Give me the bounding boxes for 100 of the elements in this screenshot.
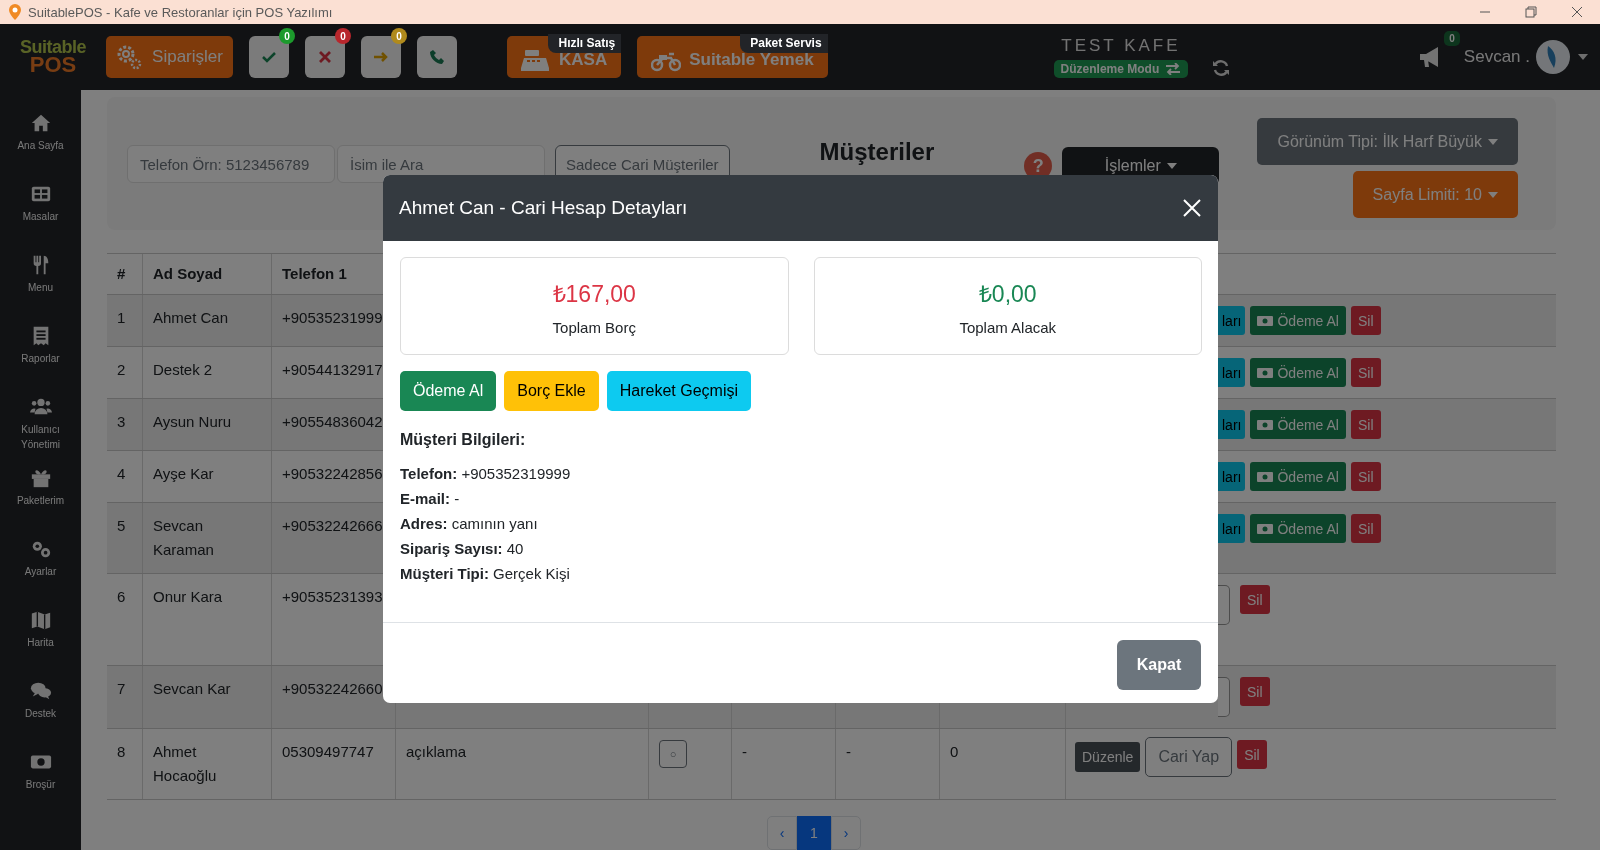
user-name[interactable]: Sevcan . [1463,47,1530,67]
logo[interactable]: Suitable POS [0,39,106,75]
chat-icon [29,680,52,702]
table-cell: 0 [950,743,959,760]
dialog-action-button[interactable]: Borç Ekle [504,371,599,411]
small-button[interactable]: ○ [659,740,687,768]
info-line: Telefon: +905352319999 [400,464,572,484]
banknote-icon [1257,366,1274,379]
payment-button[interactable]: Ödeme Al [1250,462,1346,491]
sidebar-item[interactable]: Paketlerim [0,467,81,538]
delete-button[interactable]: Sil [1240,585,1270,614]
page-limit-dropdown[interactable]: Sayfa Limiti: 10 [1352,171,1518,218]
sidebar-item[interactable]: Masalar [0,183,81,254]
make-account-button[interactable]: Cari Yap [1145,737,1233,777]
table-cell: - [742,743,747,760]
gift-icon [29,467,52,489]
info-line: Müşteri Tipi: Gerçek Kişi [400,564,571,584]
avatar[interactable] [1536,40,1570,74]
gears-icon [116,44,143,70]
table-cell: +90532242660 [282,680,383,697]
sidebar-item[interactable]: Harita [0,609,81,680]
table-cell: 8 [117,743,126,760]
table-cell: 5 [117,517,126,534]
refresh-icon[interactable] [1212,59,1231,77]
amount: ₺0,00 [978,279,1037,309]
table-cell: 1 [117,309,126,326]
action-button[interactable]: ları [1218,462,1246,491]
map-icon [29,609,52,631]
section-title: Müşteri Bilgileri: [400,431,527,449]
column-header: Ad Soyad [153,265,223,282]
count-badge: 0 [391,28,407,44]
delete-button[interactable]: Sil [1237,740,1267,769]
quick-button[interactable]: Paket Servis Suitable Yemek [637,36,828,78]
table-cell: Ayşe Kar [153,465,214,482]
table-cell: - [846,743,851,760]
venue-name: TEST KAFE [1061,36,1181,56]
sidebar-item[interactable]: Ana Sayfa [0,112,81,183]
table-cell: +90535231999 [282,309,383,326]
banknote-icon [1257,314,1274,327]
orders-button[interactable]: Siparişler [106,36,233,78]
status-button[interactable] [417,36,457,78]
table-cell: Aysun Nuru [153,413,232,430]
dialog-action-button[interactable]: Hareket Geçmişi [606,371,751,411]
caret-icon [1488,191,1498,198]
delete-button[interactable]: Sil [1240,677,1270,706]
table-cell: +90532242856 [282,465,383,482]
table-cell: +90544132917 [282,361,383,378]
payment-button[interactable]: Ödeme Al [1250,306,1346,335]
sidebar-item[interactable]: Ayarlar [0,538,81,609]
payment-button[interactable]: Ödeme Al [1250,514,1346,543]
column-header: # [117,265,126,282]
phone-search-field[interactable]: Telefon Örn: 5123456789 [127,145,335,183]
caret-icon[interactable] [1578,54,1588,60]
next-page-button[interactable]: › [831,816,861,850]
table-cell: 6 [117,588,126,605]
sidebar-item[interactable]: Broşür [0,751,81,822]
delete-button[interactable]: Sil [1350,462,1381,491]
restore-icon[interactable] [1525,6,1537,18]
notification-badge: 0 [1444,31,1460,46]
table-cell: açıklama [406,743,467,760]
table-cell: +90532242666 [282,517,383,534]
caret-icon [1166,163,1177,169]
close-icon[interactable] [1571,6,1583,18]
view-type-dropdown[interactable]: Görünüm Tipi: İlk Harf Büyük [1257,118,1518,165]
action-button[interactable]: ları [1218,410,1246,439]
action-button[interactable]: ları [1218,358,1246,387]
quick-button[interactable]: Hızlı Satış KASA [507,36,622,78]
table-cell: Onur Kara [153,588,223,605]
dialog-action-button[interactable]: Ödeme Al [400,371,497,411]
table-cell: Ahmet Can [153,309,229,326]
close-dialog-button[interactable]: Kapat [1117,640,1201,690]
table-cell: 05309497747 [282,743,374,760]
action-button[interactable]: ları [1218,306,1246,335]
page-title: Müşteriler [819,138,935,166]
home-icon [29,112,52,134]
edit-button[interactable]: Düzenle [1075,742,1141,772]
table-cell: +90535231393 [282,588,383,605]
info-line: Sipariş Sayısı: 40 [400,539,525,559]
banknote-icon [1257,522,1274,535]
sidebar-item[interactable]: Menu [0,254,81,325]
previous-page-button[interactable]: ‹ [767,816,797,850]
sidebar-item[interactable]: Kullanıcı Yönetimi [0,396,81,467]
page-button[interactable]: 1 [797,816,831,850]
action-button[interactable]: ları [1218,514,1246,543]
count-badge: 0 [335,28,351,44]
delete-button[interactable]: Sil [1350,306,1381,335]
table-cell: 4 [117,465,126,482]
delete-button[interactable]: Sil [1350,358,1381,387]
outline-button[interactable] [1218,677,1230,717]
delete-button[interactable]: Sil [1350,514,1381,543]
payment-button[interactable]: Ödeme Al [1250,410,1346,439]
table-cell: Ahmet Hocaoğlu [153,743,217,784]
outline-button[interactable] [1218,585,1230,625]
amount: ₺167,00 [552,279,636,309]
mode-badge[interactable]: Düzenleme Modu [1053,60,1189,78]
sidebar-item[interactable]: Raporlar [0,325,81,396]
payment-button[interactable]: Ödeme Al [1250,358,1346,387]
sidebar-item[interactable]: Destek [0,680,81,751]
column-header: Telefon 1 [282,265,347,282]
delete-button[interactable]: Sil [1350,410,1381,439]
